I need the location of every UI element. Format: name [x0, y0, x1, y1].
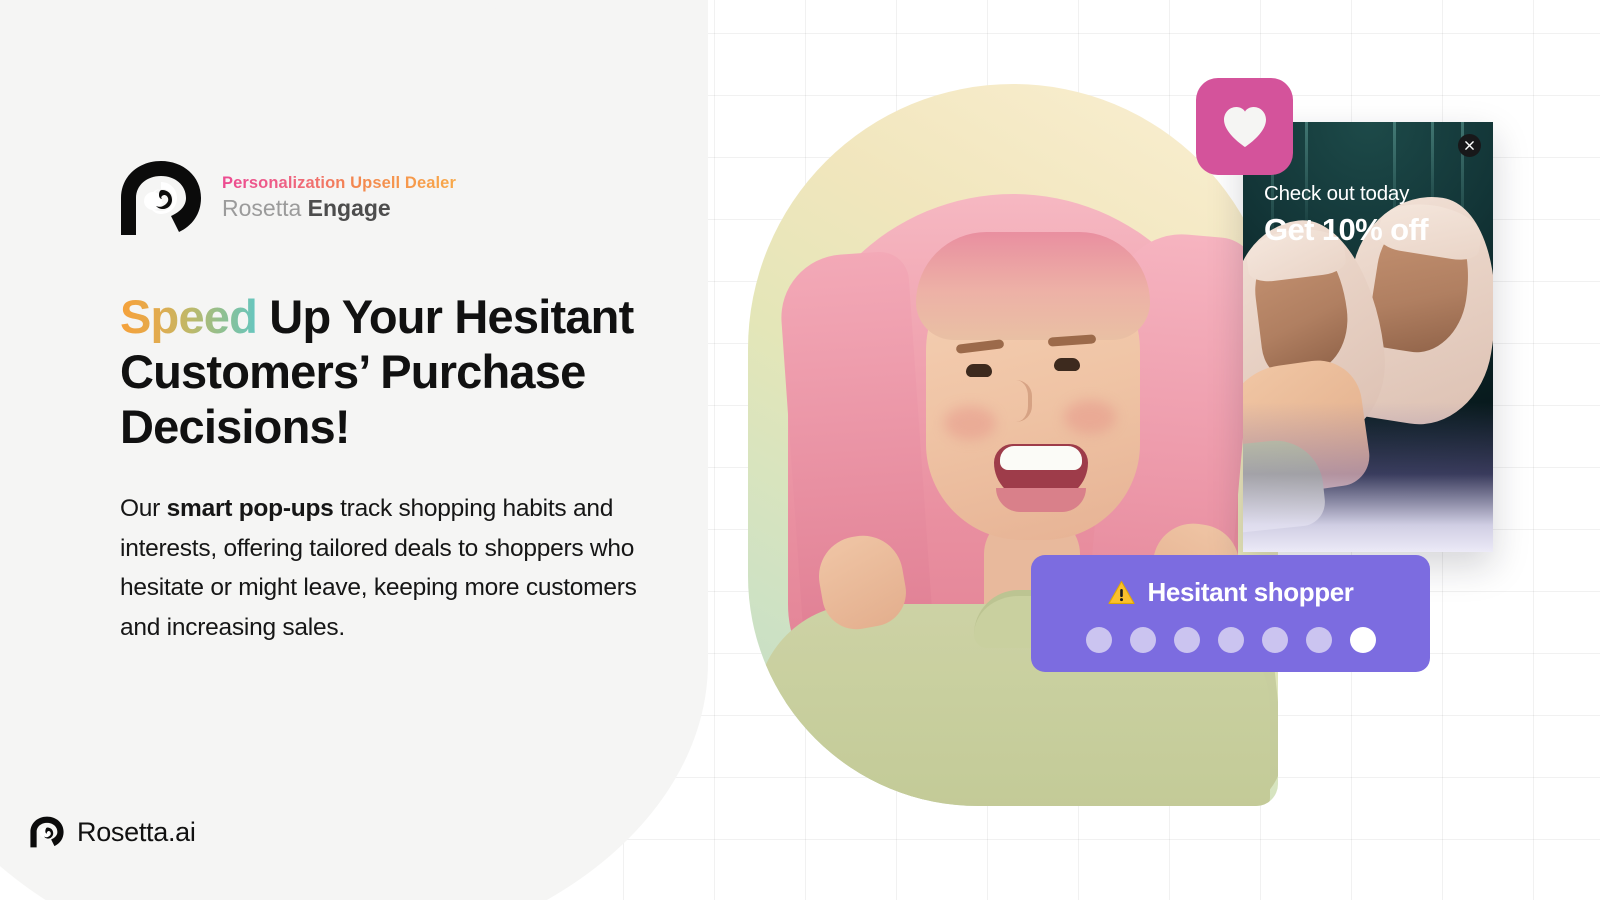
hero-gradient-blob	[748, 84, 1278, 806]
hero-photo	[748, 84, 1278, 806]
shopper-card-header: Hesitant shopper	[1031, 577, 1430, 608]
hero-content: Personalization Upsell Dealer Rosetta En…	[120, 160, 720, 648]
headline-highlight: Speed	[120, 290, 258, 343]
heart-badge[interactable]	[1196, 78, 1293, 175]
body-bold: smart pop-ups	[166, 494, 334, 522]
heart-icon	[1222, 106, 1268, 148]
progress-dot	[1305, 627, 1332, 653]
footer-logo-text: Rosetta.ai	[77, 816, 196, 847]
shopper-card-label: Hesitant shopper	[1147, 577, 1354, 607]
warning-triangle-icon	[1107, 580, 1135, 605]
brand-name-light: Rosetta	[222, 195, 308, 222]
brand-name-bold: Engage	[307, 195, 391, 222]
body-part1: Our	[120, 494, 167, 522]
popup-text: Check out today Get 10% off	[1264, 182, 1429, 248]
brand-kicker: Personalization Upsell Dealer	[222, 173, 456, 192]
hero-visual	[748, 84, 1278, 806]
brand-name: Rosetta Engage	[222, 194, 456, 223]
progress-dot-active	[1349, 627, 1376, 653]
brand-text: Personalization Upsell Dealer Rosetta En…	[222, 173, 456, 223]
progress-dot	[1261, 627, 1288, 653]
shopper-progress-dots	[1031, 627, 1430, 653]
popup-offer: Get 10% off	[1264, 211, 1429, 247]
rosetta-spiral-logo-icon	[120, 160, 202, 236]
footer-logo[interactable]: Rosetta.ai	[30, 816, 196, 848]
page-title: Speed Up Your Hesitant Customers’ Purcha…	[120, 290, 720, 455]
progress-dot	[1173, 627, 1200, 653]
brand-lockup: Personalization Upsell Dealer Rosetta En…	[120, 160, 720, 236]
hesitant-shopper-card[interactable]: Hesitant shopper	[1031, 555, 1430, 672]
progress-dot	[1129, 627, 1156, 653]
product-popup-card[interactable]: Check out today Get 10% off	[1243, 122, 1493, 552]
progress-dot	[1217, 627, 1244, 653]
rosetta-spiral-logo-icon	[30, 816, 64, 848]
close-icon[interactable]	[1458, 134, 1481, 157]
body-copy: Our smart pop-ups track shopping habits …	[120, 489, 665, 648]
popup-headline: Check out today	[1264, 182, 1410, 205]
progress-dot	[1085, 627, 1112, 653]
